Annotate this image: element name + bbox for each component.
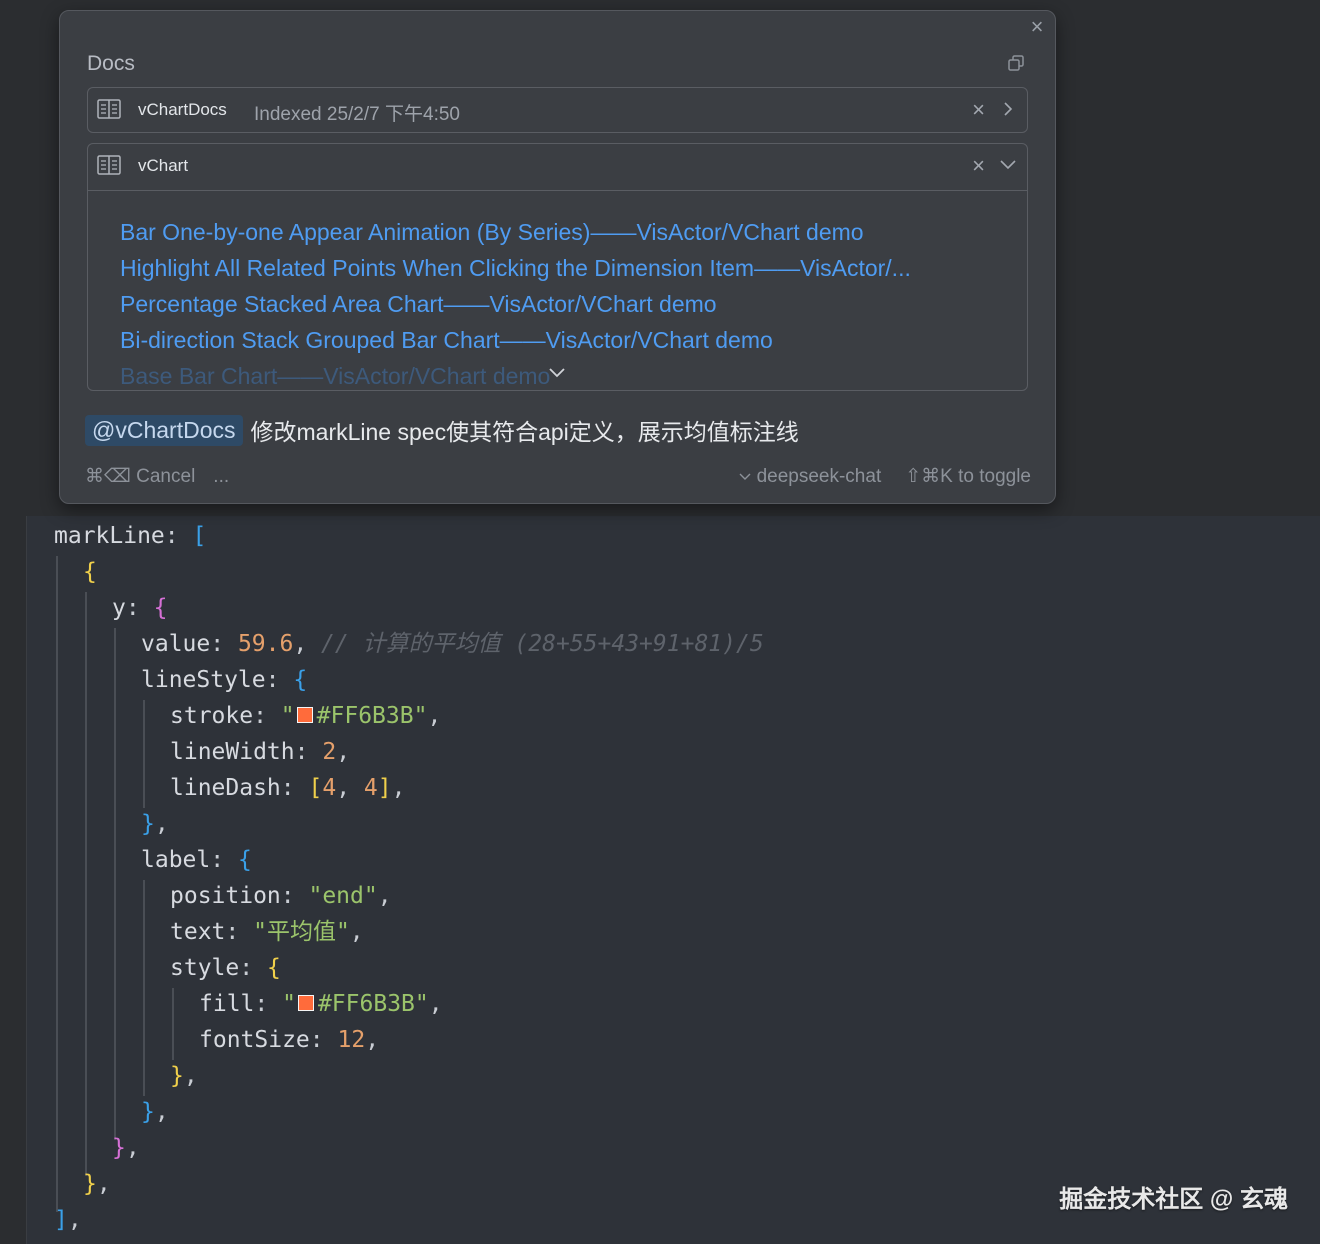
code-line: y: { — [112, 595, 168, 621]
doc-link[interactable]: Base Bar Chart——VisActor/VChart demo — [120, 358, 911, 390]
toggle-hint: ⇧⌘K to toggle — [905, 466, 1031, 487]
editor-gutter — [0, 516, 27, 1244]
model-selector[interactable]: deepseek-chat — [739, 466, 882, 487]
remove-doc-icon[interactable]: × — [972, 153, 985, 179]
doc-name: vChart — [138, 156, 189, 175]
prompt-text: 修改markLine spec使其符合api定义，展示均值标注线 — [250, 419, 799, 445]
code-line: text: "平均值", — [170, 919, 364, 945]
indent-guide — [143, 880, 145, 1096]
code-line: lineDash: [4, 4], — [170, 775, 406, 801]
indent-guide — [143, 700, 145, 808]
footer-right: deepseek-chat ⇧⌘K to toggle — [739, 465, 1031, 488]
code-line: }, — [141, 1099, 169, 1125]
code-line: }, — [83, 1171, 111, 1197]
book-icon — [97, 99, 121, 119]
docs-title: Docs — [87, 52, 135, 75]
mention-chip[interactable]: @vChartDocs — [85, 414, 243, 446]
indent-guide — [85, 592, 87, 1176]
close-icon[interactable]: × — [1025, 15, 1049, 39]
chevron-down-icon — [739, 473, 751, 480]
chevron-right-icon[interactable] — [1001, 100, 1015, 118]
chevron-down-icon[interactable] — [999, 158, 1017, 172]
code-line: }, — [141, 811, 169, 837]
book-icon — [97, 155, 121, 175]
doc-item-vchart: vChart × Bar One-by-one Appear Animation… — [87, 143, 1028, 391]
doc-link[interactable]: Percentage Stacked Area Chart——VisActor/… — [120, 286, 911, 322]
doc-index-status: Indexed 25/2/7 下午4:50 — [254, 104, 460, 125]
code-line: fontSize: 12, — [199, 1027, 380, 1053]
color-swatch-icon[interactable] — [297, 994, 314, 1011]
code-line: fill: " #FF6B3B", — [199, 991, 443, 1017]
code-line: lineStyle: { — [141, 667, 308, 693]
remove-doc-icon[interactable]: × — [972, 97, 985, 123]
doc-link-list: Bar One-by-one Appear Animation (By Seri… — [120, 214, 911, 390]
watermark: 掘金技术社区 @ 玄魂 — [1059, 1186, 1288, 1213]
code-line: { — [83, 559, 97, 585]
code-line: position: "end", — [170, 883, 392, 909]
code-line: stroke: " #FF6B3B", — [170, 703, 442, 729]
doc-link[interactable]: Bar One-by-one Appear Animation (By Seri… — [120, 214, 911, 250]
code-line: label: { — [141, 847, 252, 873]
indent-guide — [56, 556, 58, 1212]
indent-guide — [114, 628, 116, 1140]
model-name: deepseek-chat — [756, 466, 882, 487]
code-comment: // 计算的平均值 (28+55+43+91+81)/5 — [321, 631, 764, 657]
code-line: lineWidth: 2, — [170, 739, 351, 765]
popout-icon[interactable] — [1007, 54, 1025, 72]
footer-left: ⌘⌫ Cancel... — [85, 465, 229, 488]
color-swatch-icon[interactable] — [296, 706, 313, 723]
code-line: ], — [54, 1207, 82, 1233]
doc-item-header[interactable]: vChart × — [88, 144, 1027, 191]
docs-popup: × Docs vChartDocs Indexed 25/2/7 下午4:50 … — [59, 10, 1056, 504]
code-editor[interactable]: markLine: [ { y: { value: 59.6, // 计算的平均… — [0, 516, 1320, 1244]
more-options-button[interactable]: ... — [213, 466, 229, 487]
code-line: }, — [112, 1135, 140, 1161]
doc-name: vChartDocs — [138, 100, 227, 119]
doc-item-vchartdocs[interactable]: vChartDocs Indexed 25/2/7 下午4:50 × — [87, 87, 1028, 133]
chevron-down-icon[interactable] — [548, 366, 566, 380]
code-line: style: { — [170, 955, 281, 981]
code-line: markLine: [ — [54, 523, 207, 549]
code-line: }, — [170, 1063, 198, 1089]
prompt-input[interactable]: @vChartDocs 修改markLine spec使其符合api定义，展示均值… — [85, 413, 799, 447]
code-line: value: 59.6, // 计算的平均值 (28+55+43+91+81)/… — [141, 631, 764, 657]
doc-link[interactable]: Highlight All Related Points When Clicki… — [120, 250, 911, 286]
indent-guide — [172, 988, 174, 1060]
doc-link[interactable]: Bi-direction Stack Grouped Bar Chart——Vi… — [120, 322, 911, 358]
cancel-button[interactable]: ⌘⌫ Cancel — [85, 466, 195, 487]
